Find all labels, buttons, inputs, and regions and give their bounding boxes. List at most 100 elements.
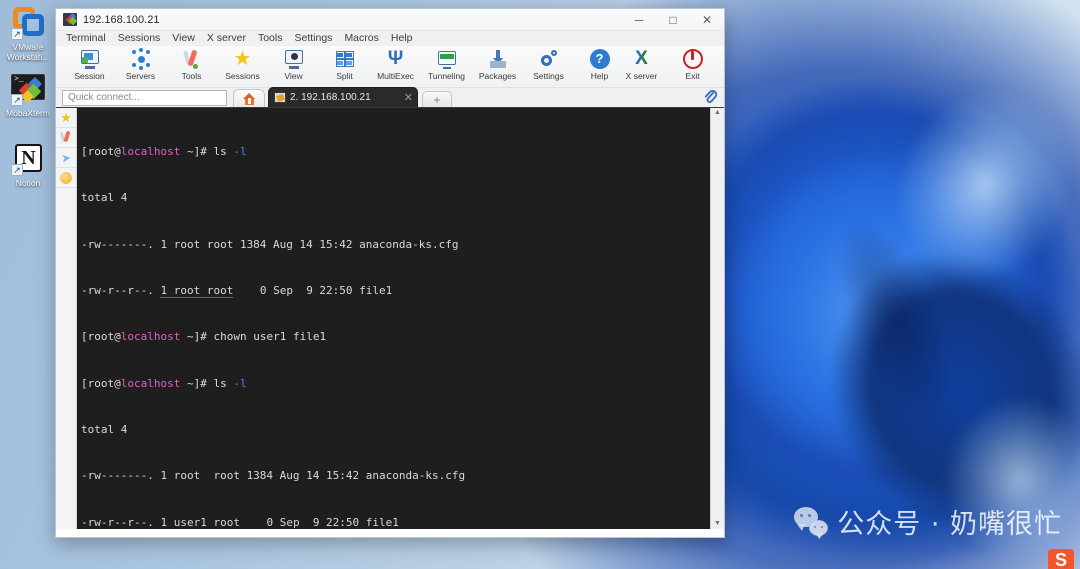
command-text: chown user1 file1 xyxy=(213,330,327,344)
toolbar-label: Tools xyxy=(181,71,202,81)
toolbar-label: Split xyxy=(336,71,353,81)
terminal-output[interactable]: [root@localhost ~]# ls -l total 4 -rw---… xyxy=(77,108,710,529)
command-text: ls xyxy=(213,144,234,158)
terminal-line: [root@localhost ~]# ls -l xyxy=(81,376,710,390)
output-post: 0 Sep 9 22:50 file1 xyxy=(239,515,399,529)
toolbar: Session Servers Tools ★ Sessions View Sp… xyxy=(56,46,724,88)
prompt-open: [root@ xyxy=(81,330,121,344)
desktop-icon-label: VMware Workstati... xyxy=(6,42,50,62)
sidebar-button-tools[interactable] xyxy=(56,128,76,148)
tab-session-192-168-100-21[interactable]: 2. 192.168.100.21 ✕ xyxy=(268,87,418,107)
settings-gear-icon xyxy=(538,48,560,70)
shortcut-arrow-icon: ↗ xyxy=(11,94,23,106)
toolbar-button-view[interactable]: View xyxy=(268,46,319,86)
terminal-line: total 4 xyxy=(81,192,710,204)
split-panes-icon xyxy=(334,48,356,70)
command-flag: -l xyxy=(233,144,247,158)
toolbar-button-exit[interactable]: Exit xyxy=(667,46,718,86)
toolbar-button-x-server[interactable]: XX X server xyxy=(616,46,667,86)
help-question-icon: ? xyxy=(589,48,611,70)
watermark: 公众号 · 奶嘴很忙 xyxy=(794,502,1062,541)
left-sidebar: ★ ➤ xyxy=(56,108,77,529)
toolbar-label: Session xyxy=(74,71,105,81)
terminal-line: -rw-r--r--. 1 root root 0 Sep 9 22:50 fi… xyxy=(81,283,710,298)
mobaxterm-window: 192.168.100.21 ─ □ ✕ Terminal Sessions V… xyxy=(55,8,725,538)
tab-close-icon[interactable]: ✕ xyxy=(396,91,413,104)
menu-item-sessions[interactable]: Sessions xyxy=(112,31,167,46)
menu-item-help[interactable]: Help xyxy=(385,31,419,46)
menu-item-tools[interactable]: Tools xyxy=(252,31,289,46)
paperclip-icon[interactable] xyxy=(703,89,718,105)
toolbar-button-packages[interactable]: Packages xyxy=(472,46,523,86)
sidebar-button-macros[interactable] xyxy=(56,168,76,188)
tools-wrench-icon xyxy=(181,48,203,70)
terminal-line: total 4 xyxy=(81,424,710,436)
menu-item-settings[interactable]: Settings xyxy=(288,31,338,46)
output-text: total 4 xyxy=(81,423,128,437)
tunneling-screen-icon xyxy=(436,48,458,70)
toolbar-label: View xyxy=(284,71,303,81)
new-tab-button[interactable]: + xyxy=(422,91,452,107)
window-body: ★ ➤ [root@localhost ~]# ls -l total 4 -r… xyxy=(56,108,724,529)
toolbar-button-tools[interactable]: Tools xyxy=(166,46,217,86)
moon-icon xyxy=(60,171,72,184)
sessions-star-icon: ★ xyxy=(233,48,252,70)
toolbar-label: X server xyxy=(625,71,658,81)
window-maximize-button[interactable]: □ xyxy=(656,9,690,31)
quick-connect-input[interactable]: Quick connect... xyxy=(62,90,227,106)
terminal-tab-icon xyxy=(274,92,286,103)
toolbar-button-settings[interactable]: Settings xyxy=(523,46,574,86)
prompt-open: [root@ xyxy=(81,376,121,390)
tools-icon xyxy=(59,130,73,145)
desktop: ↗ VMware Workstati... >_ ↗ MobaXterm N ↗… xyxy=(0,0,1080,569)
multiexec-fork-icon: Ψ xyxy=(387,48,404,69)
output-underlined: 1 user1 root xyxy=(160,515,240,529)
output-pre: -rw-r--r--. xyxy=(81,283,161,297)
session-monitor-icon xyxy=(79,48,101,70)
toolbar-button-multiexec[interactable]: Ψ MultiExec xyxy=(370,46,421,86)
tab-home[interactable] xyxy=(233,89,265,107)
terminal-line: -rw-------. 1 root root 1384 Aug 14 15:4… xyxy=(81,238,710,251)
desktop-icon-label: Notion xyxy=(15,178,41,188)
scroll-up-arrow-icon[interactable]: ▲ xyxy=(714,109,721,117)
window-title: 192.168.100.21 xyxy=(83,13,160,26)
menu-item-macros[interactable]: Macros xyxy=(338,31,384,46)
window-titlebar[interactable]: 192.168.100.21 ─ □ ✕ xyxy=(56,9,724,31)
shortcut-arrow-icon: ↗ xyxy=(11,28,23,40)
wechat-icon xyxy=(794,507,829,539)
toolbar-button-tunneling[interactable]: Tunneling xyxy=(421,46,472,86)
toolbar-label: Help xyxy=(590,71,609,81)
desktop-icon-mobaxterm[interactable]: >_ ↗ MobaXterm xyxy=(2,72,54,118)
mobaxterm-app-icon xyxy=(63,12,78,26)
toolbar-label: Packages xyxy=(478,71,517,81)
prompt-host: localhost xyxy=(120,330,181,344)
desktop-icon-notion[interactable]: N ↗ Notion xyxy=(2,142,54,188)
window-close-button[interactable]: ✕ xyxy=(690,9,724,31)
scroll-down-arrow-icon[interactable]: ▼ xyxy=(714,520,721,528)
toolbar-button-session[interactable]: Session xyxy=(64,46,115,86)
menu-item-view[interactable]: View xyxy=(166,31,201,46)
desktop-icon-vmware-workstation[interactable]: ↗ VMware Workstati... xyxy=(2,6,54,62)
output-pre: -rw-r--r--. xyxy=(81,515,161,529)
terminal-area: [root@localhost ~]# ls -l total 4 -rw---… xyxy=(77,108,724,529)
prompt-host: localhost xyxy=(120,144,181,158)
toolbar-label: Settings xyxy=(533,71,564,81)
window-minimize-button[interactable]: ─ xyxy=(622,9,656,31)
notion-icon: N ↗ xyxy=(11,142,45,176)
toolbar-button-servers[interactable]: Servers xyxy=(115,46,166,86)
vmware-icon: ↗ xyxy=(11,6,45,40)
toolbar-button-split[interactable]: Split xyxy=(319,46,370,86)
toolbar-button-sessions[interactable]: ★ Sessions xyxy=(217,46,268,86)
sidebar-button-send-file[interactable]: ➤ xyxy=(56,148,76,168)
command-flag: -l xyxy=(233,376,247,390)
terminal-scrollbar[interactable]: ▲ ▼ xyxy=(710,108,724,529)
output-underlined: 1 root root xyxy=(160,283,234,298)
sogou-logo-text: S xyxy=(1048,549,1074,569)
menu-item-terminal[interactable]: Terminal xyxy=(60,31,112,46)
sogou-logo: S xyxy=(1048,547,1078,569)
wallpaper-highlight-2 xyxy=(930,380,1080,569)
sidebar-button-favorites[interactable]: ★ xyxy=(56,108,76,128)
output-text: -rw-------. 1 root root 1384 Aug 14 15:4… xyxy=(81,469,466,483)
toolbar-label: MultiExec xyxy=(377,71,414,81)
menu-item-x-server[interactable]: X server xyxy=(201,31,252,46)
